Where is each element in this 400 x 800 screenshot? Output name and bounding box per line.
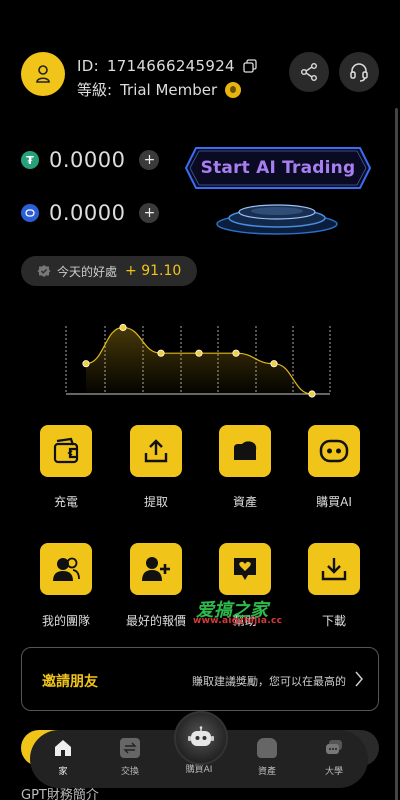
action-label: 提取 <box>143 495 168 509</box>
nav-assets[interactable]: 資產 <box>237 738 297 777</box>
add-balance-button[interactable]: + <box>139 150 160 170</box>
buy-ai-center-button[interactable] <box>174 711 228 765</box>
action-upload-button[interactable]: 提取 <box>106 425 206 513</box>
verified-icon <box>37 265 51 277</box>
robot-icon <box>308 425 360 477</box>
coin-icon <box>21 204 39 222</box>
today-profit-value: + 91.10 <box>125 263 182 279</box>
nav-exchange[interactable]: 交換 <box>100 738 160 777</box>
action-team-button[interactable]: 我的團隊 <box>16 543 116 632</box>
team-icon <box>40 543 92 595</box>
action-label: 充電 <box>53 495 78 509</box>
chart-area <box>86 327 312 394</box>
today-profit-label: 今天的好處 <box>57 264 118 279</box>
action-add-user-button[interactable]: 最好的報價 <box>106 543 206 632</box>
profit-chart <box>65 323 331 398</box>
tether-icon: ₮ <box>21 151 39 169</box>
watermark-url: www.aigzhijia.cc <box>193 616 283 626</box>
action-assets-button[interactable]: 資產 <box>195 425 295 513</box>
home-icon <box>53 738 73 758</box>
user-level-row: 等級: Trial Member <box>77 79 242 100</box>
chart-point <box>195 349 203 357</box>
chart-point <box>308 390 316 398</box>
share-button[interactable] <box>289 52 329 92</box>
support-button[interactable] <box>339 52 379 92</box>
chat-icon <box>324 738 344 758</box>
user-level-label: 等級: <box>77 81 113 99</box>
balance-value: 0.0000 <box>49 148 126 172</box>
upload-icon <box>130 425 182 477</box>
today-profit-badge: 今天的好處 + 91.10 <box>21 256 198 286</box>
exchange-icon <box>120 738 140 758</box>
robot-icon <box>188 726 214 746</box>
add-user-icon <box>130 543 182 595</box>
chart-point <box>232 349 240 357</box>
user-id-label: ID: <box>77 57 99 75</box>
balance-value: 0.0000 <box>49 201 126 225</box>
user-level-value: Trial Member <box>120 80 218 99</box>
invite-title: 邀請朋友 <box>42 674 98 690</box>
nav-label: 大學 <box>324 767 343 777</box>
assets-icon <box>257 738 277 758</box>
download-icon <box>308 543 360 595</box>
headset-icon <box>350 63 368 82</box>
action-label: 最好的報價 <box>125 614 186 628</box>
nav-label: 交換 <box>120 767 139 777</box>
action-label: 下載 <box>321 614 346 628</box>
avatar[interactable] <box>21 52 65 96</box>
copy-icon[interactable] <box>243 59 257 73</box>
action-download-button[interactable]: 下載 <box>284 543 384 632</box>
nav-university[interactable]: 大學 <box>304 738 364 777</box>
action-label: 我的團隊 <box>41 614 90 628</box>
action-label: 資產 <box>232 495 257 509</box>
balance-row-coin: 0.0000 + <box>21 201 160 225</box>
nav-home[interactable]: 家 <box>33 738 93 777</box>
add-balance-button[interactable]: + <box>139 203 160 223</box>
share-icon <box>301 63 317 81</box>
action-label: 購買AI <box>316 495 352 509</box>
action-wallet-button[interactable]: 充電 <box>16 425 116 513</box>
chart-point <box>82 360 90 368</box>
invite-friends-card[interactable]: 邀請朋友 賺取建議獎勵，您可以在最高的 <box>21 647 379 711</box>
chart-point <box>157 349 165 357</box>
wallet-icon <box>40 425 92 477</box>
start-ai-trading-button[interactable]: Start AI Trading <box>184 146 372 190</box>
chevron-right-icon <box>355 671 363 687</box>
medal-icon <box>225 81 242 98</box>
chart-point <box>270 360 278 368</box>
nav-label: 家 <box>58 767 68 777</box>
assets-icon <box>219 425 271 477</box>
balance-row-usdt: ₮ 0.0000 + <box>21 148 160 172</box>
user-id-row: ID: 1714666245924 <box>77 57 257 75</box>
action-robot-button[interactable]: 購買AI <box>284 425 384 513</box>
heart-chat-icon <box>219 543 271 595</box>
user-id-value: 1714666245924 <box>106 57 235 75</box>
nav-label: 資產 <box>257 767 276 777</box>
chart-point <box>119 323 127 332</box>
invite-description: 賺取建議獎勵，您可以在最高的 <box>192 675 346 688</box>
trade-button-label: Start AI Trading <box>200 158 356 178</box>
platform-graphic <box>216 204 338 235</box>
user-icon <box>36 65 50 83</box>
scrollbar[interactable] <box>395 108 398 800</box>
